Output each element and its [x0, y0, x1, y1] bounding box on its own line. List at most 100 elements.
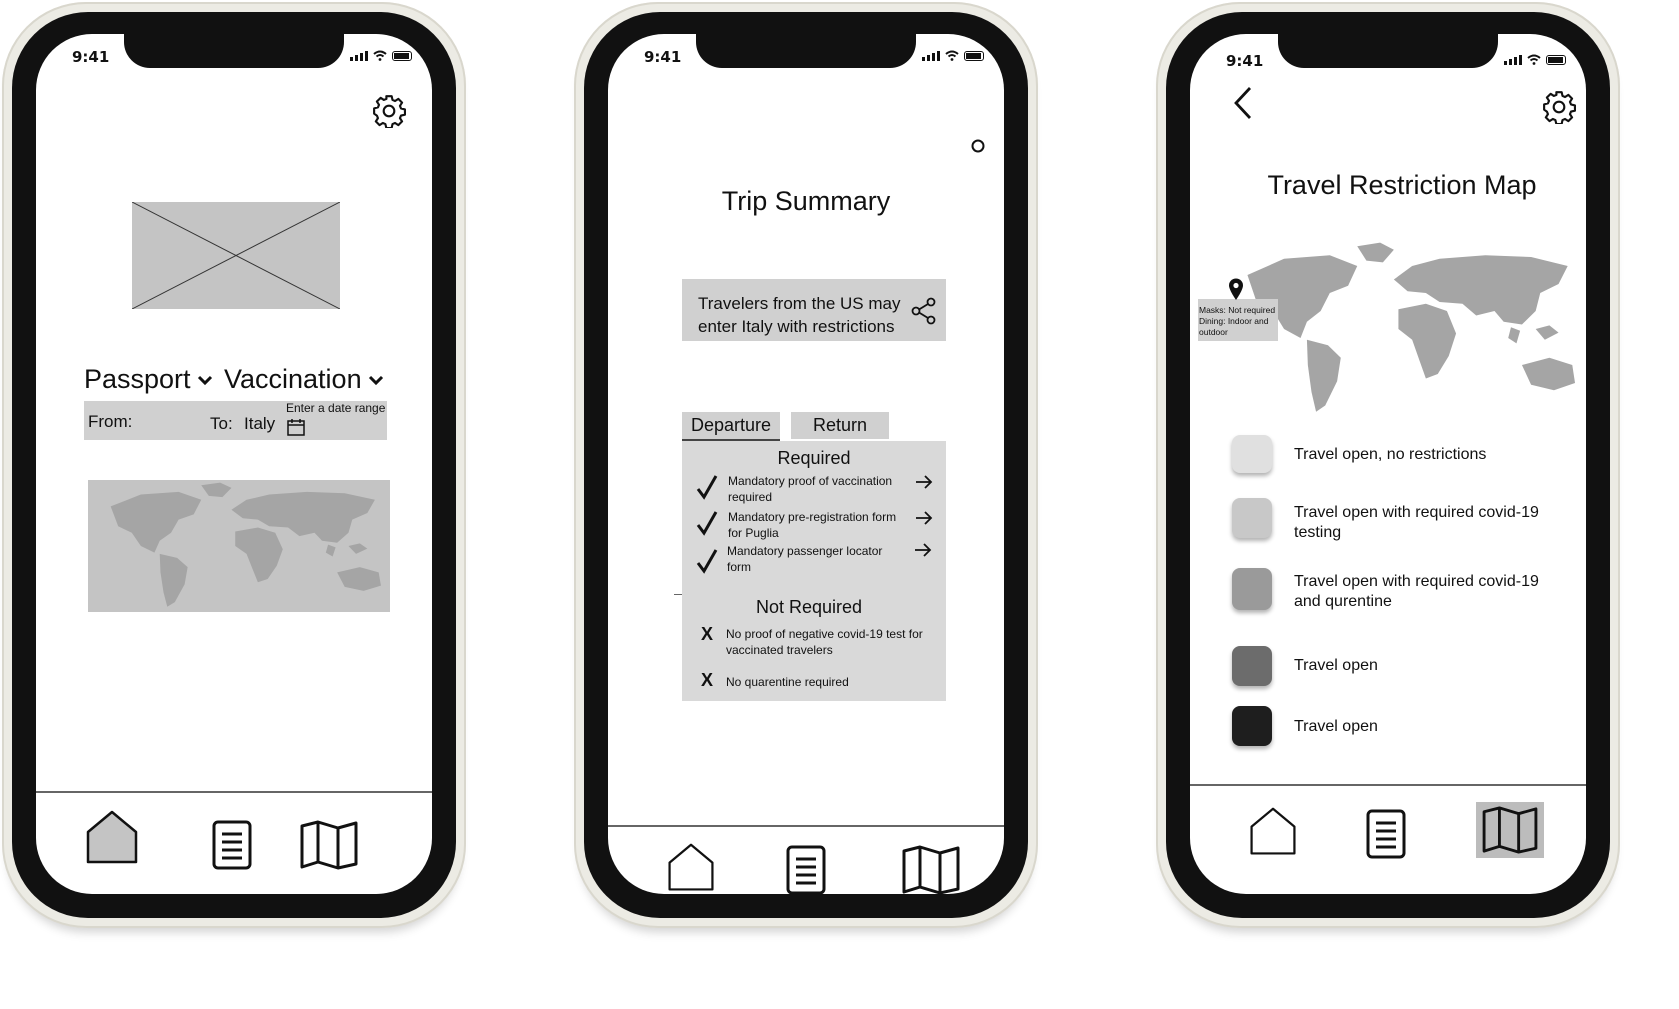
trip-form-bar: From: To: Italy Enter a date range [84, 401, 387, 440]
home-icon[interactable] [84, 810, 140, 866]
wifi-icon [945, 50, 959, 61]
placeholder-cross-icon [131, 201, 341, 310]
share-icon[interactable] [910, 297, 938, 325]
status-time: 9:41 [72, 48, 110, 66]
legend-label: Travel open with required covid-19 testi… [1294, 504, 1539, 541]
notch [1278, 34, 1498, 68]
page-title: Trip Summary [721, 186, 891, 216]
requirement-text: Mandatory passenger locator form [727, 544, 883, 574]
wifi-icon [1527, 54, 1541, 65]
legend-label: Travel open, no restrictions [1294, 446, 1487, 463]
tab-bar-divider [608, 825, 1004, 827]
arrow-right-icon[interactable] [914, 510, 934, 526]
chevron-down-icon [197, 375, 212, 385]
not-required-text: No quarentine required [726, 675, 849, 689]
notch [696, 34, 916, 68]
document-icon[interactable] [786, 845, 826, 894]
requirement-text: Mandatory pre-registration form for Pugl… [728, 510, 897, 540]
phone-frame-home: 9:41 Passport Vaccination From: To: Ital… [2, 2, 466, 928]
status-time: 9:41 [1226, 52, 1264, 70]
date-range-placeholder[interactable]: Enter a date range [286, 401, 385, 415]
chevron-down-icon [368, 375, 383, 385]
location-pin-icon[interactable] [1227, 277, 1245, 301]
battery-icon [392, 51, 412, 61]
home-icon[interactable] [1248, 806, 1298, 858]
legend-swatch [1232, 646, 1272, 686]
settings-gear-icon[interactable] [1542, 90, 1576, 124]
signal-icon [1504, 55, 1522, 65]
legend-swatch [1232, 568, 1272, 610]
status-icons [922, 50, 984, 61]
vaccination-label: Vaccination [224, 364, 362, 394]
legend-swatch [1232, 435, 1272, 473]
pin-info-text: Masks: Not required Dining: Indoor and o… [1199, 305, 1276, 337]
legend-swatch [1232, 498, 1272, 538]
required-heading: Required [777, 448, 851, 468]
not-required-heading: Not Required [755, 597, 863, 617]
notch [124, 34, 344, 68]
tab-departure-label: Departure [690, 415, 772, 435]
not-required-text: No proof of negative covid-19 test for v… [726, 627, 923, 657]
legend-swatch [1232, 706, 1272, 746]
signal-icon [350, 51, 368, 61]
world-map-preview[interactable] [88, 480, 390, 612]
requirements-panel: Required Mandatory proof of vaccination … [682, 441, 946, 701]
arrow-right-icon[interactable] [914, 474, 934, 490]
tab-bar-divider [36, 791, 432, 793]
calendar-icon[interactable] [287, 418, 305, 436]
tab-bar-divider [1190, 784, 1586, 786]
passport-dropdown[interactable]: Passport [84, 364, 213, 395]
x-mark-icon: X [701, 624, 714, 644]
back-chevron-icon[interactable] [1232, 86, 1254, 120]
passport-label: Passport [84, 364, 191, 394]
pin-info-box: Masks: Not required Dining: Indoor and o… [1198, 299, 1278, 341]
travel-notice-text: Travelers from the US may enter Italy wi… [698, 294, 901, 336]
wifi-icon [373, 50, 387, 61]
from-field[interactable]: From: [88, 412, 132, 432]
to-label: To: [210, 414, 233, 433]
legend-label: Travel open [1294, 657, 1378, 674]
vaccination-dropdown[interactable]: Vaccination [224, 364, 384, 395]
trip-summary-screen: 9:41 Trip Summary Travelers from the US … [608, 34, 1004, 894]
tab-return[interactable]: Return [791, 412, 889, 439]
home-icon[interactable] [666, 842, 716, 894]
travel-notice-card: Travelers from the US may enter Italy wi… [682, 279, 946, 341]
map-icon [1482, 806, 1538, 854]
status-icons [350, 50, 412, 61]
status-icons [1504, 54, 1566, 65]
settings-dot-icon[interactable] [970, 138, 986, 154]
map-tab-active[interactable] [1476, 802, 1544, 858]
requirement-text: Mandatory proof of vaccination required [728, 474, 893, 504]
world-map-icon [88, 480, 390, 612]
requirement-item[interactable]: Mandatory proof of vaccination required [682, 472, 946, 506]
to-field[interactable]: Italy [244, 414, 275, 434]
status-time: 9:41 [644, 48, 682, 66]
battery-icon [964, 51, 984, 61]
map-icon[interactable] [902, 845, 960, 894]
battery-icon [1546, 55, 1566, 65]
legend-label: Travel open [1294, 718, 1378, 735]
page-title: Travel Restriction Map [1267, 170, 1537, 200]
phone-frame-summary: 9:41 Trip Summary Travelers from the US … [574, 2, 1038, 928]
requirement-item[interactable]: Mandatory passenger locator form [682, 542, 946, 576]
arrow-right-icon[interactable] [913, 542, 933, 558]
legend-label: Travel open with required covid-19 and q… [1294, 573, 1539, 610]
signal-icon [922, 51, 940, 61]
map-icon[interactable] [300, 820, 358, 870]
requirement-item[interactable]: Mandatory pre-registration form for Pugl… [682, 508, 946, 542]
phone-frame-map: 9:41 Travel Restriction Map Masks: Not r… [1156, 2, 1620, 928]
not-required-item: X No proof of negative covid-19 test for… [682, 624, 946, 659]
tab-return-label: Return [812, 415, 868, 435]
checkmark-icon [696, 511, 718, 536]
document-icon[interactable] [1366, 809, 1406, 859]
home-screen: 9:41 Passport Vaccination From: To: Ital… [36, 34, 432, 894]
checkmark-icon [696, 549, 718, 574]
tab-departure[interactable]: Departure [682, 412, 780, 442]
image-placeholder [131, 201, 341, 310]
document-icon[interactable] [212, 820, 252, 870]
checkmark-icon [696, 475, 718, 500]
settings-gear-icon[interactable] [372, 94, 406, 128]
x-mark-icon: X [701, 670, 714, 690]
not-required-item: X No quarentine required [682, 670, 946, 693]
restriction-map-screen: 9:41 Travel Restriction Map Masks: Not r… [1190, 34, 1586, 894]
